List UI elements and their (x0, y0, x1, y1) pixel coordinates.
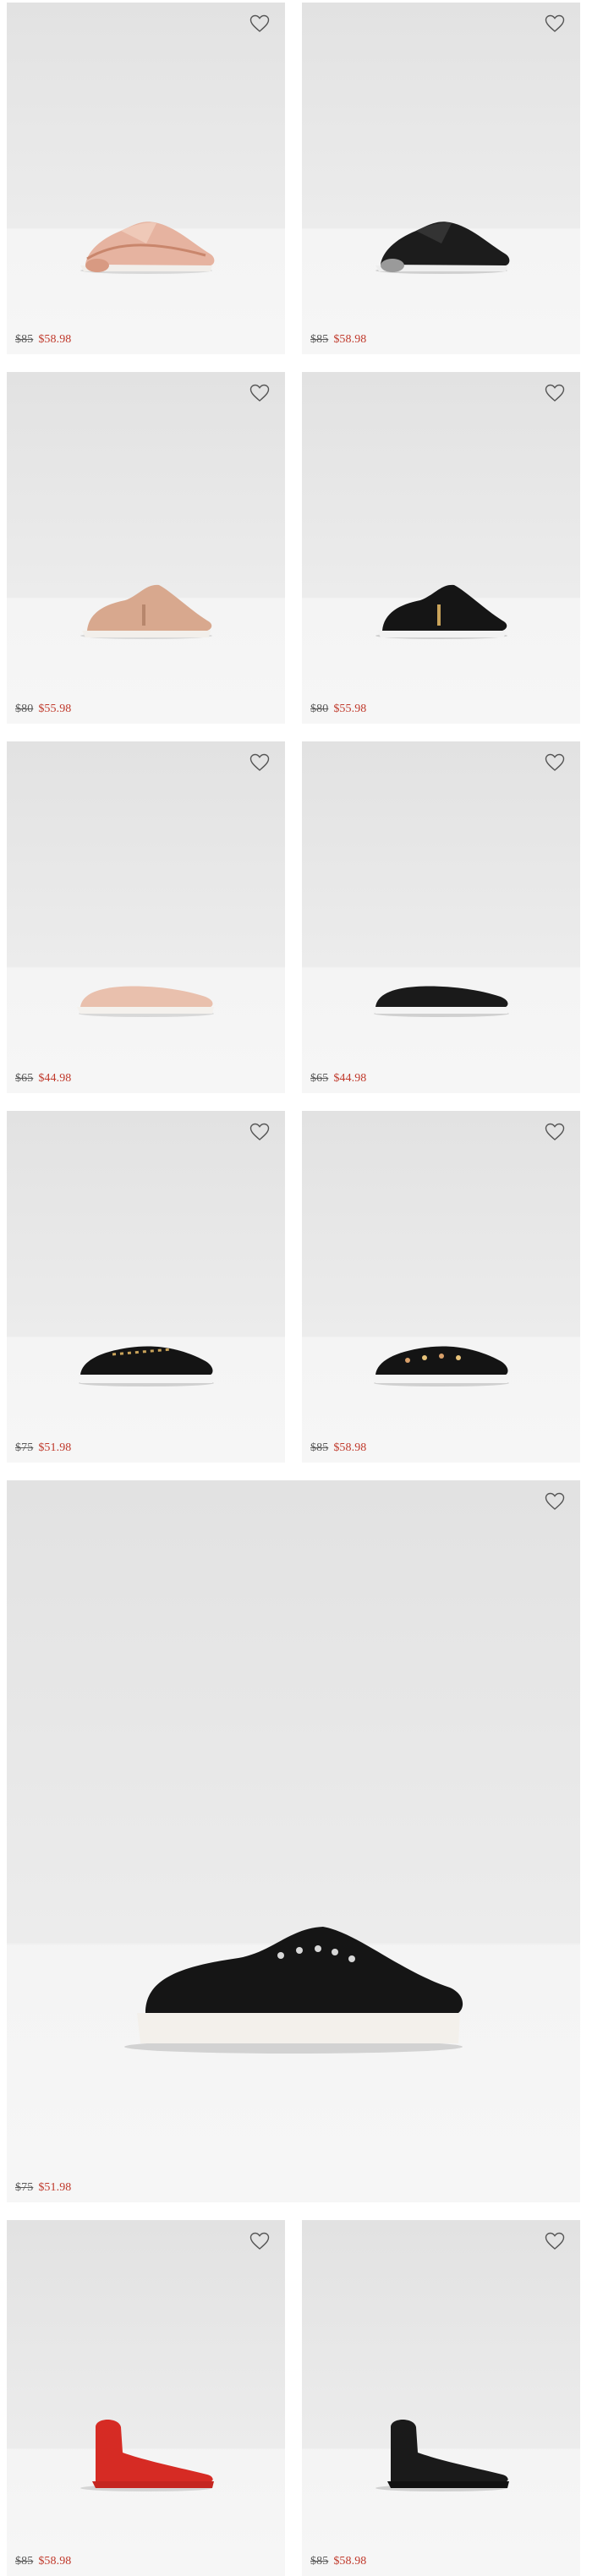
sale-price: $58.98 (38, 2555, 72, 2568)
heart-icon[interactable] (249, 14, 270, 33)
sale-price: $58.98 (38, 333, 72, 346)
price: $65 $44.98 (310, 1072, 366, 1086)
sale-price: $51.98 (38, 1441, 72, 1454)
original-price: $80 (15, 703, 34, 715)
sale-price: $58.98 (333, 333, 367, 346)
product-card[interactable]: $85 $58.98 (7, 2220, 285, 2576)
product-card[interactable]: $80 $55.98 (302, 372, 580, 724)
product-card[interactable]: $65 $44.98 (302, 741, 580, 1093)
heart-icon[interactable] (249, 1123, 270, 1141)
heart-icon[interactable] (249, 384, 270, 402)
product-card[interactable]: $85 $58.98 (7, 3, 285, 354)
product-image[interactable] (62, 1314, 231, 1390)
price: $85 $58.98 (310, 1441, 366, 1455)
price: $85 $58.98 (310, 2555, 366, 2568)
price: $80 $55.98 (310, 703, 366, 716)
product-image[interactable] (357, 2393, 526, 2495)
product-card[interactable]: $85 $58.98 (302, 2220, 580, 2576)
sale-price: $51.98 (38, 2181, 72, 2194)
original-price: $85 (15, 333, 34, 346)
original-price: $80 (310, 703, 329, 715)
product-image[interactable] (357, 1314, 526, 1390)
sale-price: $58.98 (333, 1441, 367, 1454)
product-card-featured[interactable]: $75 $51.98 (7, 1480, 580, 2202)
sale-price: $44.98 (38, 1072, 72, 1085)
sale-price: $55.98 (38, 703, 72, 715)
heart-icon[interactable] (545, 1123, 565, 1141)
price: $75 $51.98 (15, 2181, 71, 2195)
heart-icon[interactable] (249, 753, 270, 772)
price: $85 $58.98 (310, 333, 366, 347)
product-image[interactable] (62, 2393, 231, 2495)
product-image[interactable] (357, 193, 526, 277)
original-price: $85 (310, 2555, 329, 2568)
heart-icon[interactable] (545, 1492, 565, 1511)
original-price: $85 (310, 333, 329, 346)
heart-icon[interactable] (545, 753, 565, 772)
price: $85 $58.98 (15, 2555, 71, 2568)
original-price: $75 (15, 2181, 34, 2194)
original-price: $85 (310, 1441, 329, 1454)
sale-price: $55.98 (333, 703, 367, 715)
heart-icon[interactable] (545, 384, 565, 402)
original-price: $85 (15, 2555, 34, 2568)
price: $80 $55.98 (15, 703, 71, 716)
sale-price: $58.98 (333, 2555, 367, 2568)
product-card[interactable]: $80 $55.98 (7, 372, 285, 724)
product-card[interactable]: $75 $51.98 (7, 1111, 285, 1463)
product-image[interactable] (62, 558, 231, 643)
original-price: $75 (15, 1441, 34, 1454)
product-image[interactable] (357, 953, 526, 1020)
product-image[interactable] (62, 193, 231, 277)
product-card[interactable]: $65 $44.98 (7, 741, 285, 1093)
heart-icon[interactable] (249, 2232, 270, 2251)
product-card[interactable]: $85 $58.98 (302, 1111, 580, 1463)
original-price: $65 (310, 1072, 329, 1085)
heart-icon[interactable] (545, 2232, 565, 2251)
sale-price: $44.98 (333, 1072, 367, 1085)
price: $85 $58.98 (15, 333, 71, 347)
product-image[interactable] (112, 1895, 475, 2064)
heart-icon[interactable] (545, 14, 565, 33)
price: $75 $51.98 (15, 1441, 71, 1455)
product-image[interactable] (357, 558, 526, 643)
price: $65 $44.98 (15, 1072, 71, 1086)
product-image[interactable] (62, 953, 231, 1020)
original-price: $65 (15, 1072, 34, 1085)
product-card[interactable]: $85 $58.98 (302, 3, 580, 354)
